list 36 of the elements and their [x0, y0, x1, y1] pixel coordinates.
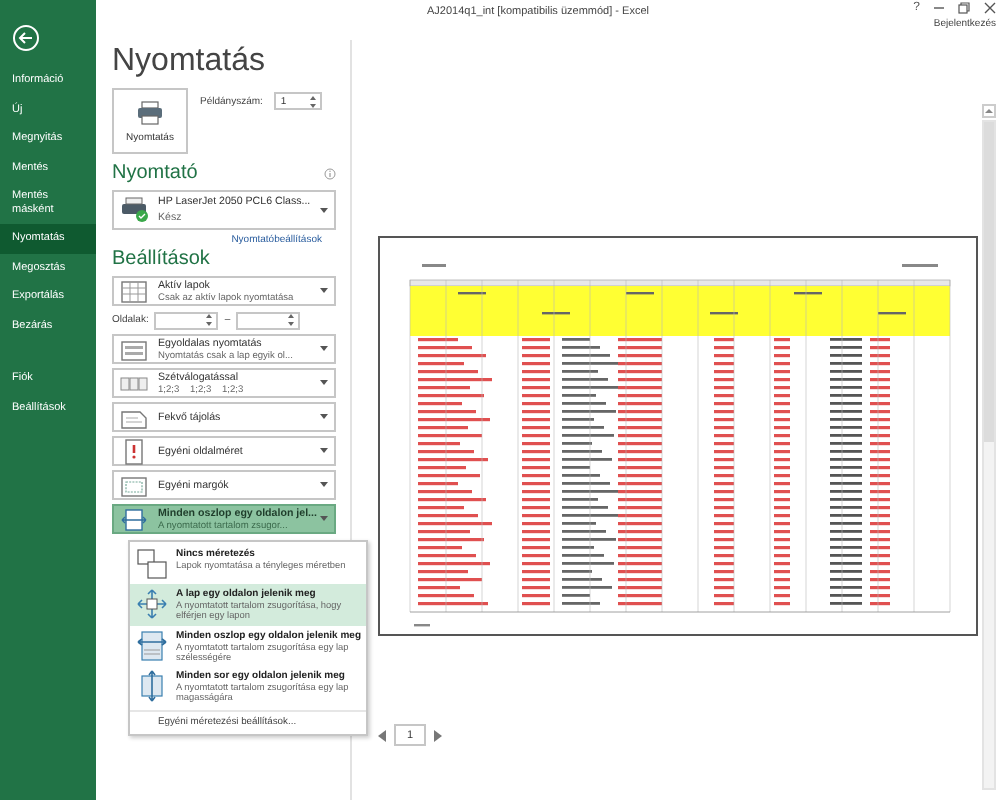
- caret-icon: [320, 516, 328, 522]
- caret-icon: [320, 207, 328, 213]
- caret-icon: [320, 288, 328, 294]
- scaling-icon: [136, 588, 168, 620]
- setting-icon: [120, 277, 148, 305]
- minimize-icon[interactable]: [934, 2, 944, 14]
- setting-icon: [120, 437, 148, 465]
- setting-icon: [120, 335, 148, 363]
- spinner-icon: [288, 314, 295, 326]
- printer-icon: [120, 196, 150, 224]
- caret-icon: [320, 482, 328, 488]
- next-page-icon[interactable]: [434, 729, 442, 741]
- page-number-field[interactable]: [236, 311, 301, 329]
- scaling-icon: [136, 629, 168, 662]
- scrollbar[interactable]: [982, 120, 996, 790]
- setting-icon: [120, 505, 148, 533]
- scaling-icon: [136, 548, 168, 580]
- page-heading: Nyomtatás: [112, 44, 267, 80]
- scaling-icon: [136, 670, 168, 703]
- setting-icon: [120, 471, 148, 499]
- caret-icon: [320, 380, 328, 386]
- info-icon: [324, 168, 336, 180]
- previous-page-icon[interactable]: [378, 729, 386, 741]
- back-icon[interactable]: [12, 24, 40, 52]
- caret-icon: [320, 448, 328, 454]
- section-heading: Nyomtató: [112, 162, 198, 186]
- caret-icon: [320, 346, 328, 352]
- spinner-icon: [206, 314, 213, 326]
- caret-icon: [320, 414, 328, 420]
- section-heading: Beállítások: [112, 248, 212, 272]
- page-number-field[interactable]: [154, 311, 219, 329]
- printer-icon: [136, 99, 164, 125]
- close-icon[interactable]: [984, 2, 996, 14]
- spinner-icon: [310, 95, 317, 107]
- restore-icon[interactable]: [958, 2, 970, 14]
- scroll-up-icon[interactable]: [982, 104, 996, 118]
